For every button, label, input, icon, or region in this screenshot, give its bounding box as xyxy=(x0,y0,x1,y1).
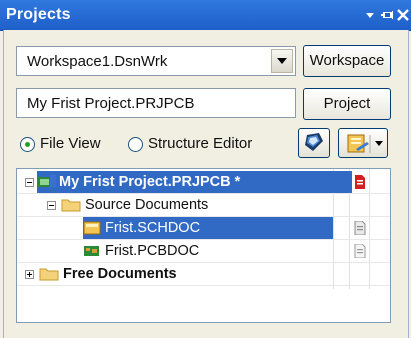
projects-panel: Projects Workspace1.DsnWrk Workspace My … xyxy=(0,0,411,338)
folder-icon xyxy=(39,268,59,281)
structure-editor-radio[interactable]: Structure Editor xyxy=(128,134,278,156)
project-button[interactable]: Project xyxy=(303,88,391,120)
workspace-button[interactable]: Workspace xyxy=(303,45,391,77)
document-menu-button[interactable] xyxy=(338,128,388,158)
compile-button[interactable] xyxy=(298,128,330,158)
document-icon xyxy=(354,244,366,258)
radio-circle xyxy=(128,137,143,152)
chevron-down-icon[interactable] xyxy=(362,7,378,23)
project-label: My Frist Project.PRJPCB * xyxy=(59,174,241,190)
panel-title: Projects xyxy=(6,6,71,23)
file-view-label: File View xyxy=(40,135,101,152)
chevron-down-icon xyxy=(277,58,287,64)
collapse-toggle[interactable] xyxy=(47,201,56,210)
close-icon[interactable] xyxy=(395,7,411,23)
tree-row-file[interactable]: Frist.PCBDOC xyxy=(17,240,390,262)
file-view-radio[interactable]: File View xyxy=(20,134,120,156)
pcb-icon xyxy=(84,246,99,256)
project-field[interactable]: My Frist Project.PRJPCB xyxy=(16,88,296,118)
source-documents-label: Source Documents xyxy=(85,197,209,213)
project-icon xyxy=(38,175,56,187)
structure-editor-label: Structure Editor xyxy=(148,135,253,152)
radio-circle xyxy=(20,137,35,152)
project-tree[interactable]: My Frist Project.PRJPCB * Source Documen… xyxy=(16,168,391,323)
expand-toggle[interactable] xyxy=(25,270,34,279)
file-label: Frist.PCBDOC xyxy=(105,243,200,259)
workspace-select[interactable]: Workspace1.DsnWrk xyxy=(16,46,296,76)
folder-icon xyxy=(61,199,81,212)
document-icon xyxy=(354,221,366,235)
tree-row-file[interactable]: Frist.SCHDOC xyxy=(17,217,390,239)
schematic-icon xyxy=(83,221,101,235)
project-value: My Frist Project.PRJPCB xyxy=(27,95,195,112)
tree-row-free-documents[interactable]: Free Documents xyxy=(17,263,390,285)
workspace-dropdown-button[interactable] xyxy=(271,49,293,73)
pin-icon[interactable] xyxy=(380,7,396,23)
document-menu-icon xyxy=(347,134,383,153)
tree-row-project[interactable]: My Frist Project.PRJPCB * xyxy=(17,171,390,193)
document-icon xyxy=(355,175,365,189)
panel-title-bar[interactable]: Projects xyxy=(0,0,411,31)
tree-row-source-documents[interactable]: Source Documents xyxy=(17,194,390,216)
collapse-toggle[interactable] xyxy=(25,178,34,187)
compile-icon xyxy=(305,133,323,151)
workspace-value: Workspace1.DsnWrk xyxy=(27,53,168,70)
free-documents-label: Free Documents xyxy=(63,266,177,282)
file-label: Frist.SCHDOC xyxy=(105,220,201,236)
